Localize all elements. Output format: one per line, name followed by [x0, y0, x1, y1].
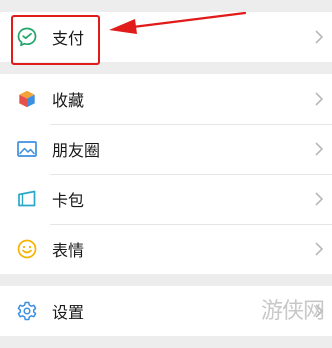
photo-icon	[16, 138, 38, 160]
menu-item-favorites[interactable]: 收藏	[0, 74, 332, 124]
top-spacer	[0, 0, 332, 12]
menu-item-moments[interactable]: 朋友圈	[0, 124, 332, 174]
chevron-right-icon	[315, 192, 324, 206]
watermark: 游侠网	[260, 299, 325, 324]
menu-item-label: 朋友圈	[52, 141, 101, 160]
chevron-right-icon	[315, 242, 324, 256]
chevron-right-icon	[315, 30, 324, 44]
menu-item-pay[interactable]: 支付	[0, 12, 332, 62]
wechat-pay-icon	[16, 26, 38, 48]
section-gap	[0, 62, 332, 74]
menu-item-label: 收藏	[52, 91, 85, 110]
menu-item-stickers[interactable]: 表情	[0, 224, 332, 274]
section-gap	[0, 274, 332, 286]
cube-icon	[16, 88, 38, 110]
menu-item-label: 支付	[52, 29, 85, 48]
chevron-right-icon	[315, 142, 324, 156]
bottom-spacer	[0, 336, 332, 348]
chevron-right-icon	[315, 92, 324, 106]
card-icon	[16, 188, 38, 210]
menu-item-label: 卡包	[52, 191, 85, 210]
pay-group: 支付	[0, 12, 332, 62]
gear-icon	[16, 300, 38, 322]
menu-item-label: 表情	[52, 241, 85, 260]
menu-item-cards[interactable]: 卡包	[0, 174, 332, 224]
smiley-icon	[16, 238, 38, 260]
features-group: 收藏 朋友圈 卡包 表情	[0, 74, 332, 274]
